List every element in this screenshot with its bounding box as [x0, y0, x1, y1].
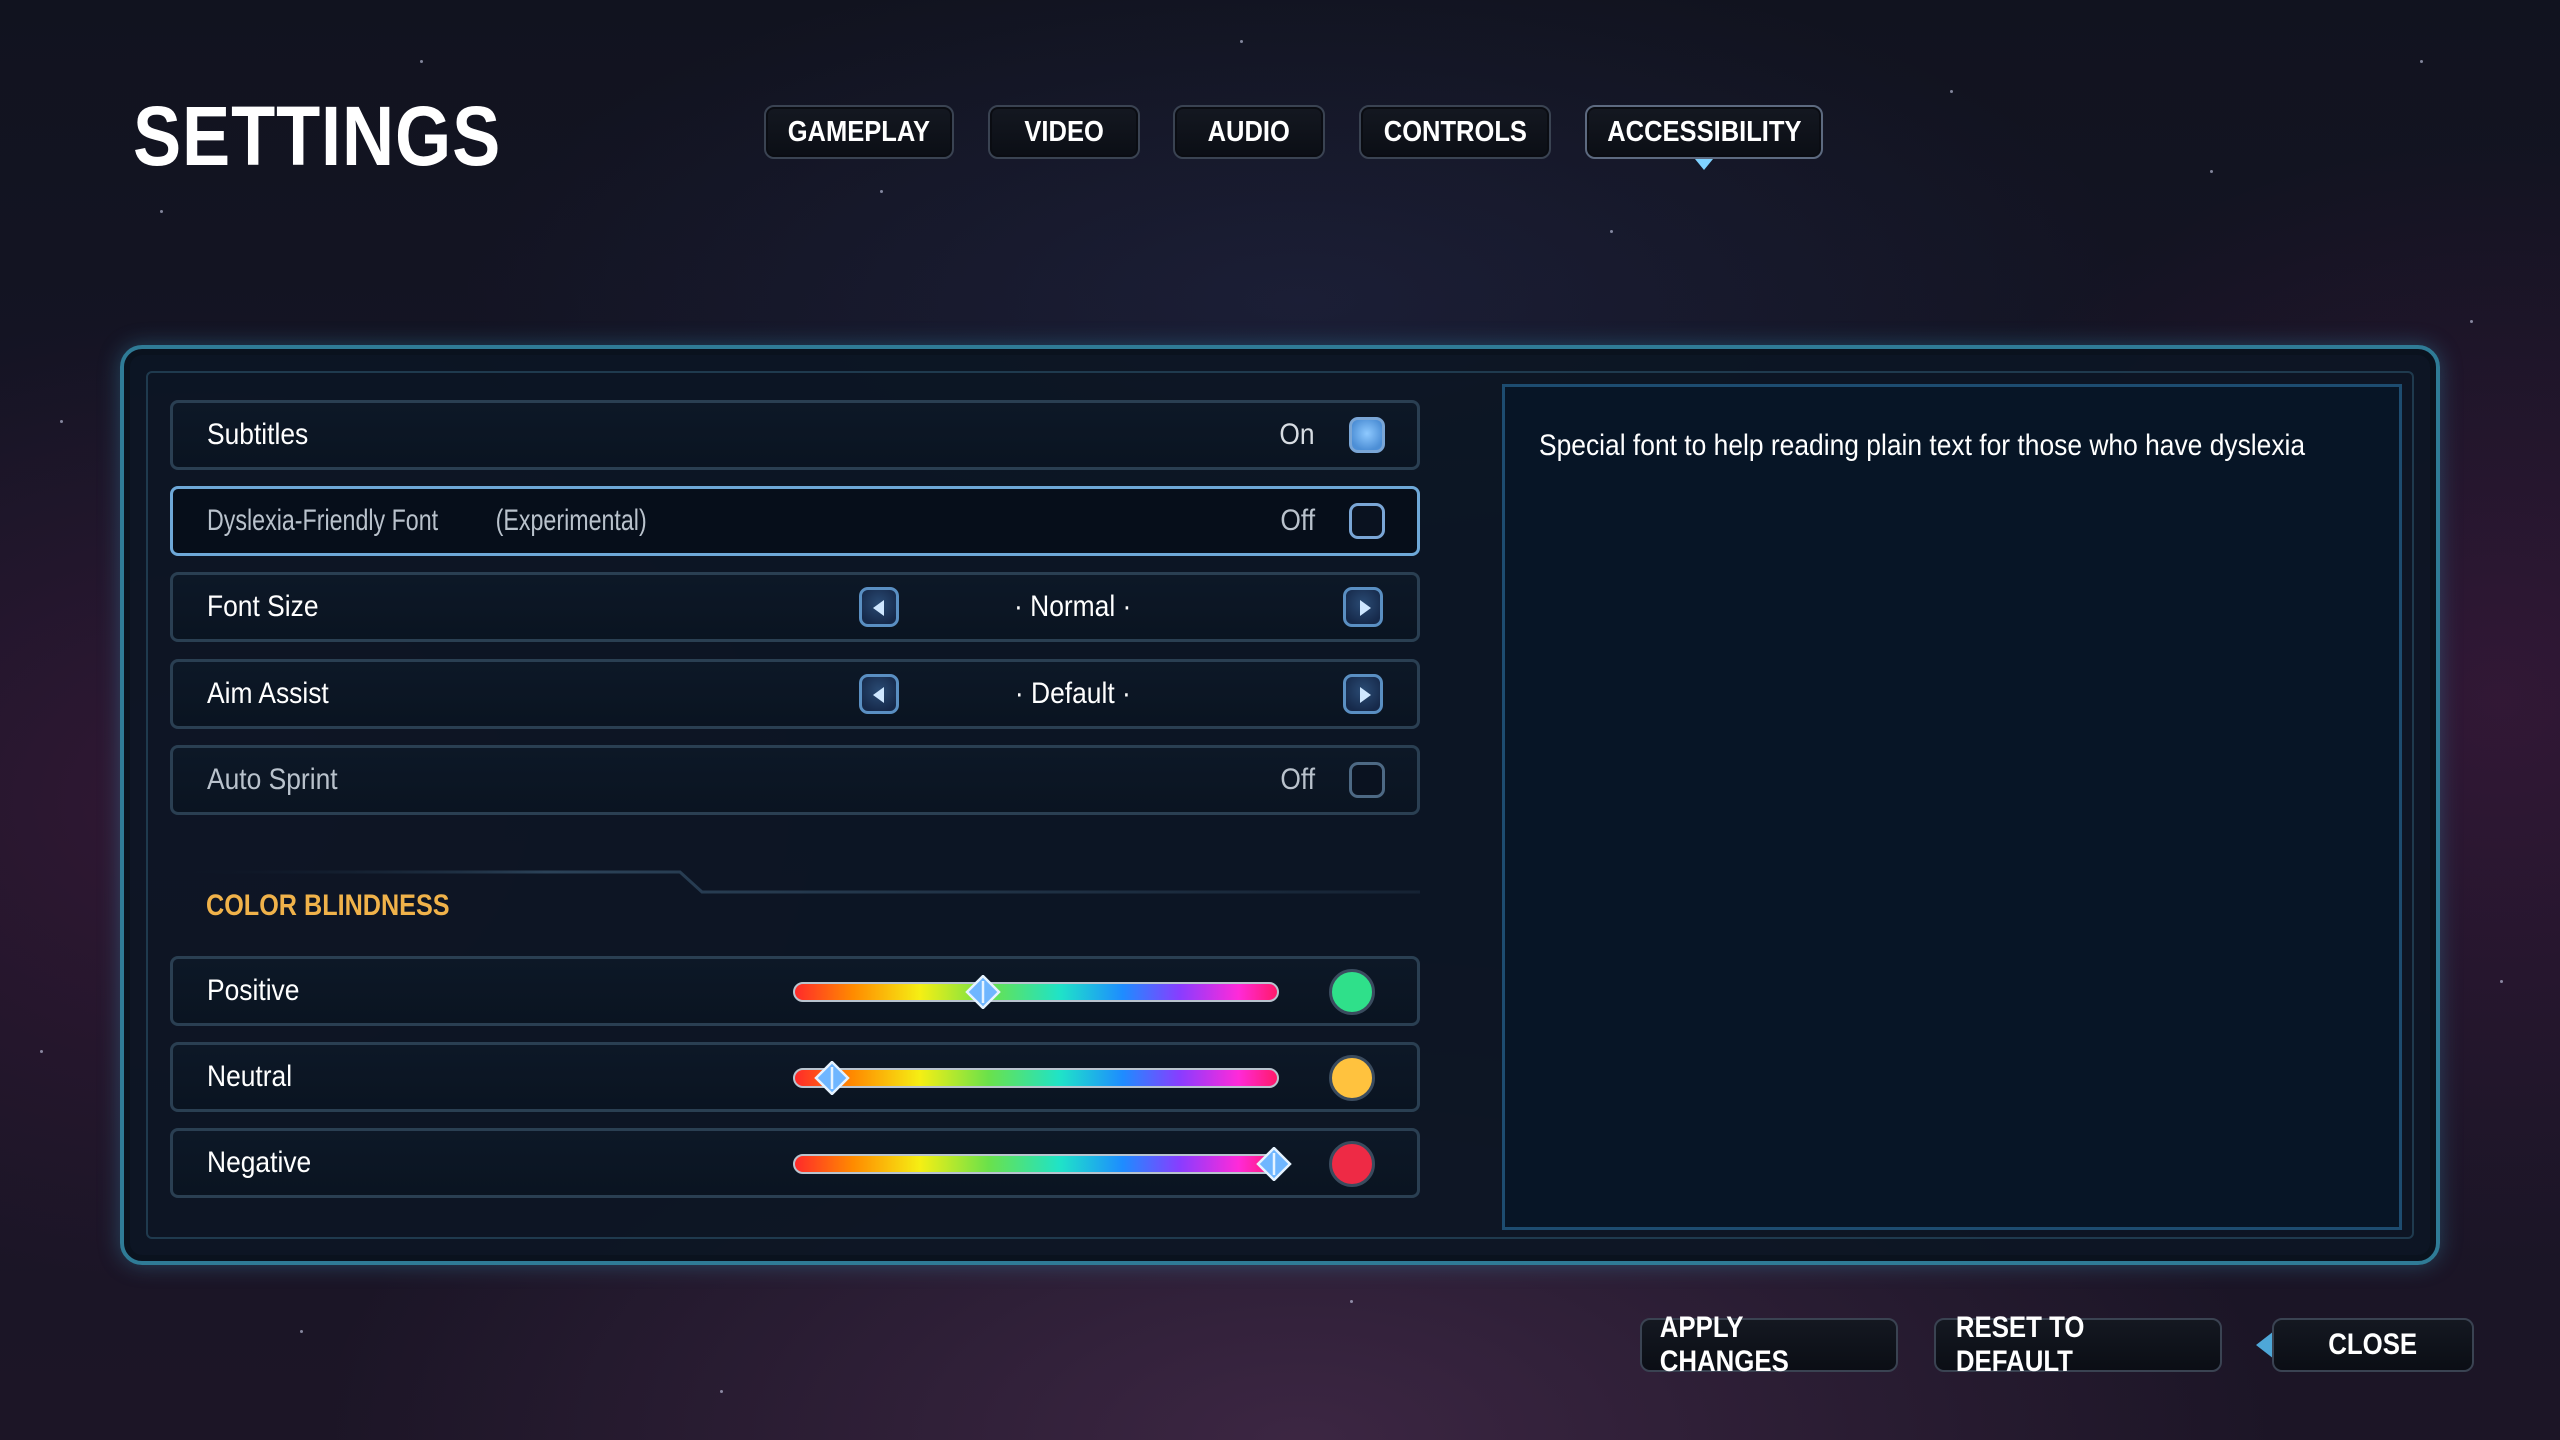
setting-row-subtitles[interactable]: Subtitles On [170, 400, 1420, 470]
setting-label: Positive [207, 974, 300, 1007]
color-swatch [1329, 1055, 1375, 1101]
subtitles-checkbox[interactable] [1349, 417, 1385, 453]
page-title: SETTINGS [133, 89, 502, 183]
setting-row-font-size[interactable]: Font Size · Normal · [170, 572, 1420, 642]
font-size-next-button[interactable] [1343, 587, 1383, 627]
setting-row-dyslexia-font[interactable]: Dyslexia-Friendly Font (Experimental) Off [170, 486, 1420, 556]
close-button[interactable]: CLOSE [2272, 1318, 2474, 1372]
setting-label: Font Size [207, 590, 319, 623]
active-tab-indicator [1695, 159, 1713, 170]
setting-label: Negative [207, 1146, 312, 1179]
color-row-positive[interactable]: Positive [170, 956, 1420, 1026]
color-row-neutral[interactable]: Neutral [170, 1042, 1420, 1112]
setting-label: Subtitles [207, 418, 309, 451]
color-spectrum-track[interactable] [793, 1154, 1279, 1174]
setting-value: Off [1279, 763, 1315, 796]
color-swatch [1329, 969, 1375, 1015]
slider-diamond-icon [814, 1060, 850, 1096]
chevron-right-icon [1360, 600, 1371, 616]
aim-assist-next-button[interactable] [1343, 674, 1383, 714]
description-panel: Special font to help reading plain text … [1502, 384, 2402, 1230]
setting-label: Neutral [207, 1060, 293, 1093]
color-slider-handle[interactable] [1256, 1146, 1292, 1182]
color-swatch [1329, 1141, 1375, 1187]
settings-screen: SETTINGS GAMEPLAY VIDEO AUDIO CONTROLS A… [0, 0, 2560, 1440]
setting-row-aim-assist[interactable]: Aim Assist · Default · [170, 659, 1420, 729]
color-spectrum-track[interactable] [793, 982, 1279, 1002]
tab-audio[interactable]: AUDIO [1173, 105, 1325, 159]
tab-video[interactable]: VIDEO [988, 105, 1140, 159]
setting-row-auto-sprint[interactable]: Auto Sprint Off [170, 745, 1420, 815]
apply-changes-button[interactable]: APPLY CHANGES [1640, 1311, 1898, 1378]
dyslexia-font-checkbox[interactable] [1349, 503, 1385, 539]
tab-controls[interactable]: CONTROLS [1359, 105, 1551, 159]
color-slider-handle[interactable] [964, 974, 1001, 1010]
chevron-right-icon [1360, 687, 1371, 703]
setting-label: Dyslexia-Friendly Font (Experimental) [207, 489, 730, 553]
aim-assist-value: · Default · [1015, 677, 1131, 710]
setting-label: Auto Sprint [207, 763, 338, 796]
font-size-value: · Normal · [1014, 590, 1132, 623]
color-slider-handle[interactable] [814, 1060, 850, 1096]
experimental-tag: (Experimental) [496, 504, 648, 537]
setting-value: Off [1279, 504, 1315, 537]
setting-value: On [1279, 418, 1315, 451]
tab-accessibility[interactable]: ACCESSIBILITY [1585, 105, 1823, 170]
color-spectrum-track[interactable] [793, 1068, 1279, 1088]
color-row-negative[interactable]: Negative [170, 1128, 1420, 1198]
tab-gameplay[interactable]: GAMEPLAY [764, 105, 954, 159]
slider-diamond-icon [964, 974, 1001, 1010]
description-text: Special font to help reading plain text … [1539, 429, 2306, 462]
setting-label: Aim Assist [207, 677, 329, 710]
color-blindness-header: COLOR BLINDNESS [206, 889, 450, 922]
reset-to-default-button[interactable]: RESET TO DEFAULT [1934, 1311, 2222, 1378]
dyslexia-font-label: Dyslexia-Friendly Font [207, 504, 439, 537]
slider-diamond-icon [1256, 1146, 1292, 1182]
auto-sprint-checkbox[interactable] [1349, 762, 1385, 798]
